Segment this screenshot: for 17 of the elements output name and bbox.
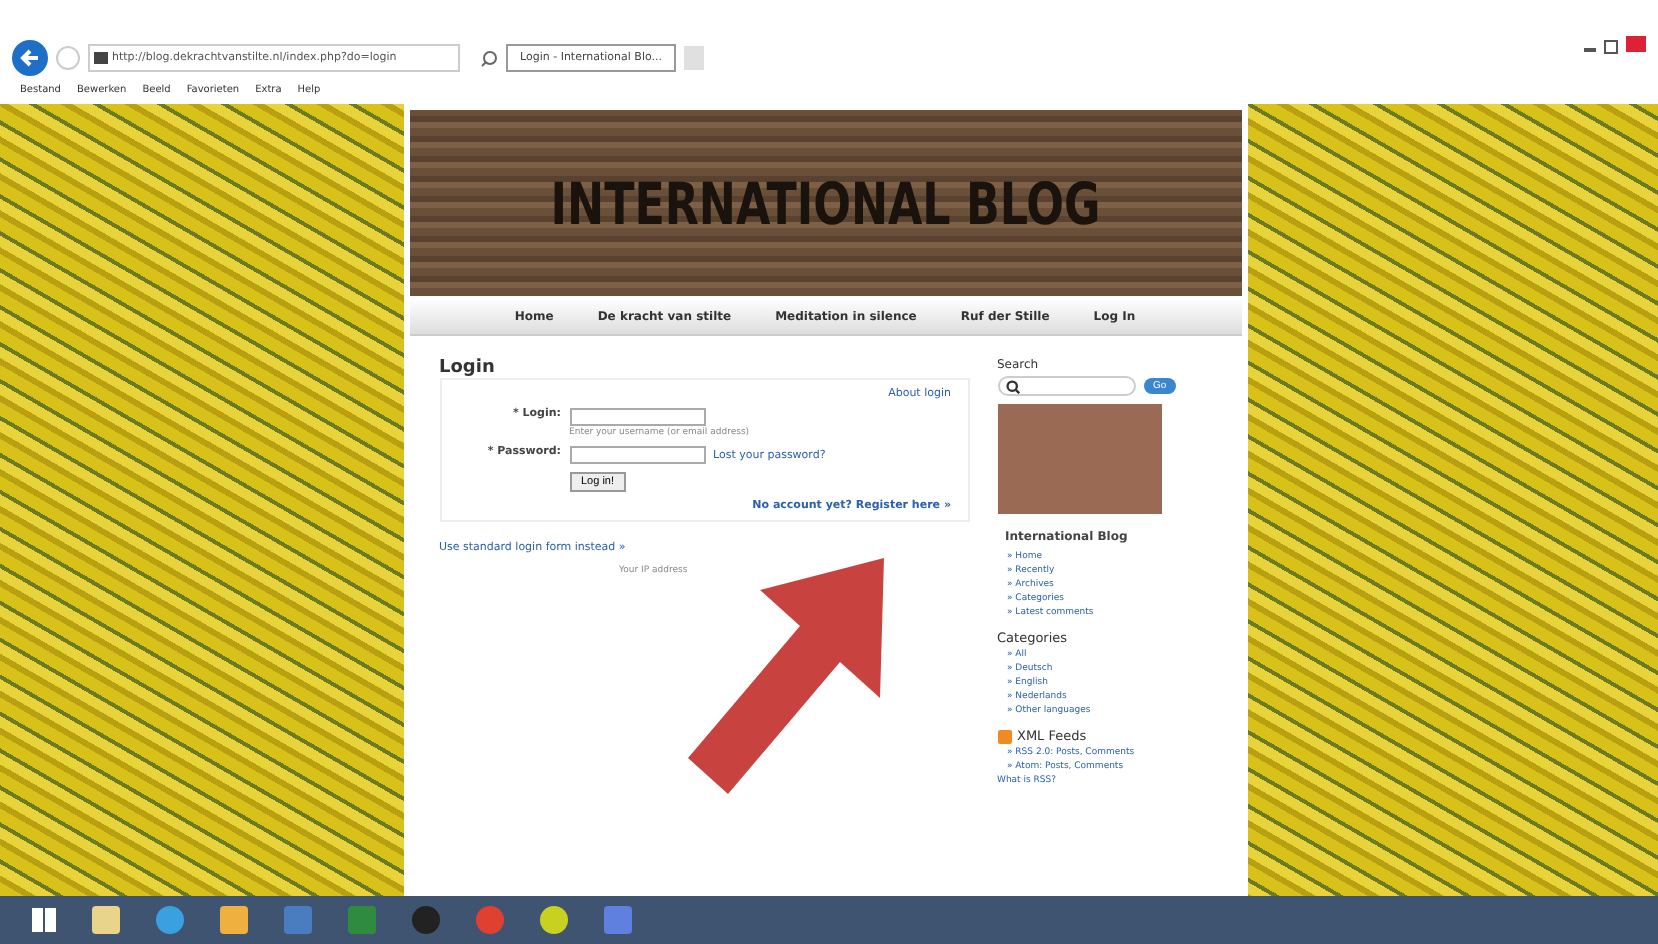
input-field[interactable] — [569, 446, 705, 464]
forward-button[interactable] — [56, 46, 80, 70]
input-field[interactable] — [569, 408, 705, 426]
rss-icon — [997, 729, 1011, 743]
new-tab-button[interactable] — [683, 46, 704, 70]
taskbar-app-icon[interactable] — [540, 906, 568, 934]
back-arrow-icon — [18, 46, 42, 70]
maximize-icon[interactable] — [1604, 40, 1618, 54]
windows-icon[interactable] — [32, 908, 56, 932]
search-field[interactable] — [997, 376, 1135, 396]
back-button[interactable] — [12, 40, 48, 76]
taskbar-app-icon[interactable] — [412, 906, 440, 934]
login-heading: Login — [439, 358, 497, 378]
search-icon — [1005, 379, 1019, 393]
blog-title: INTERNATIONAL BLOG — [550, 169, 1100, 237]
search-icon[interactable] — [480, 49, 498, 67]
taskbar-app-icon[interactable] — [156, 906, 184, 934]
